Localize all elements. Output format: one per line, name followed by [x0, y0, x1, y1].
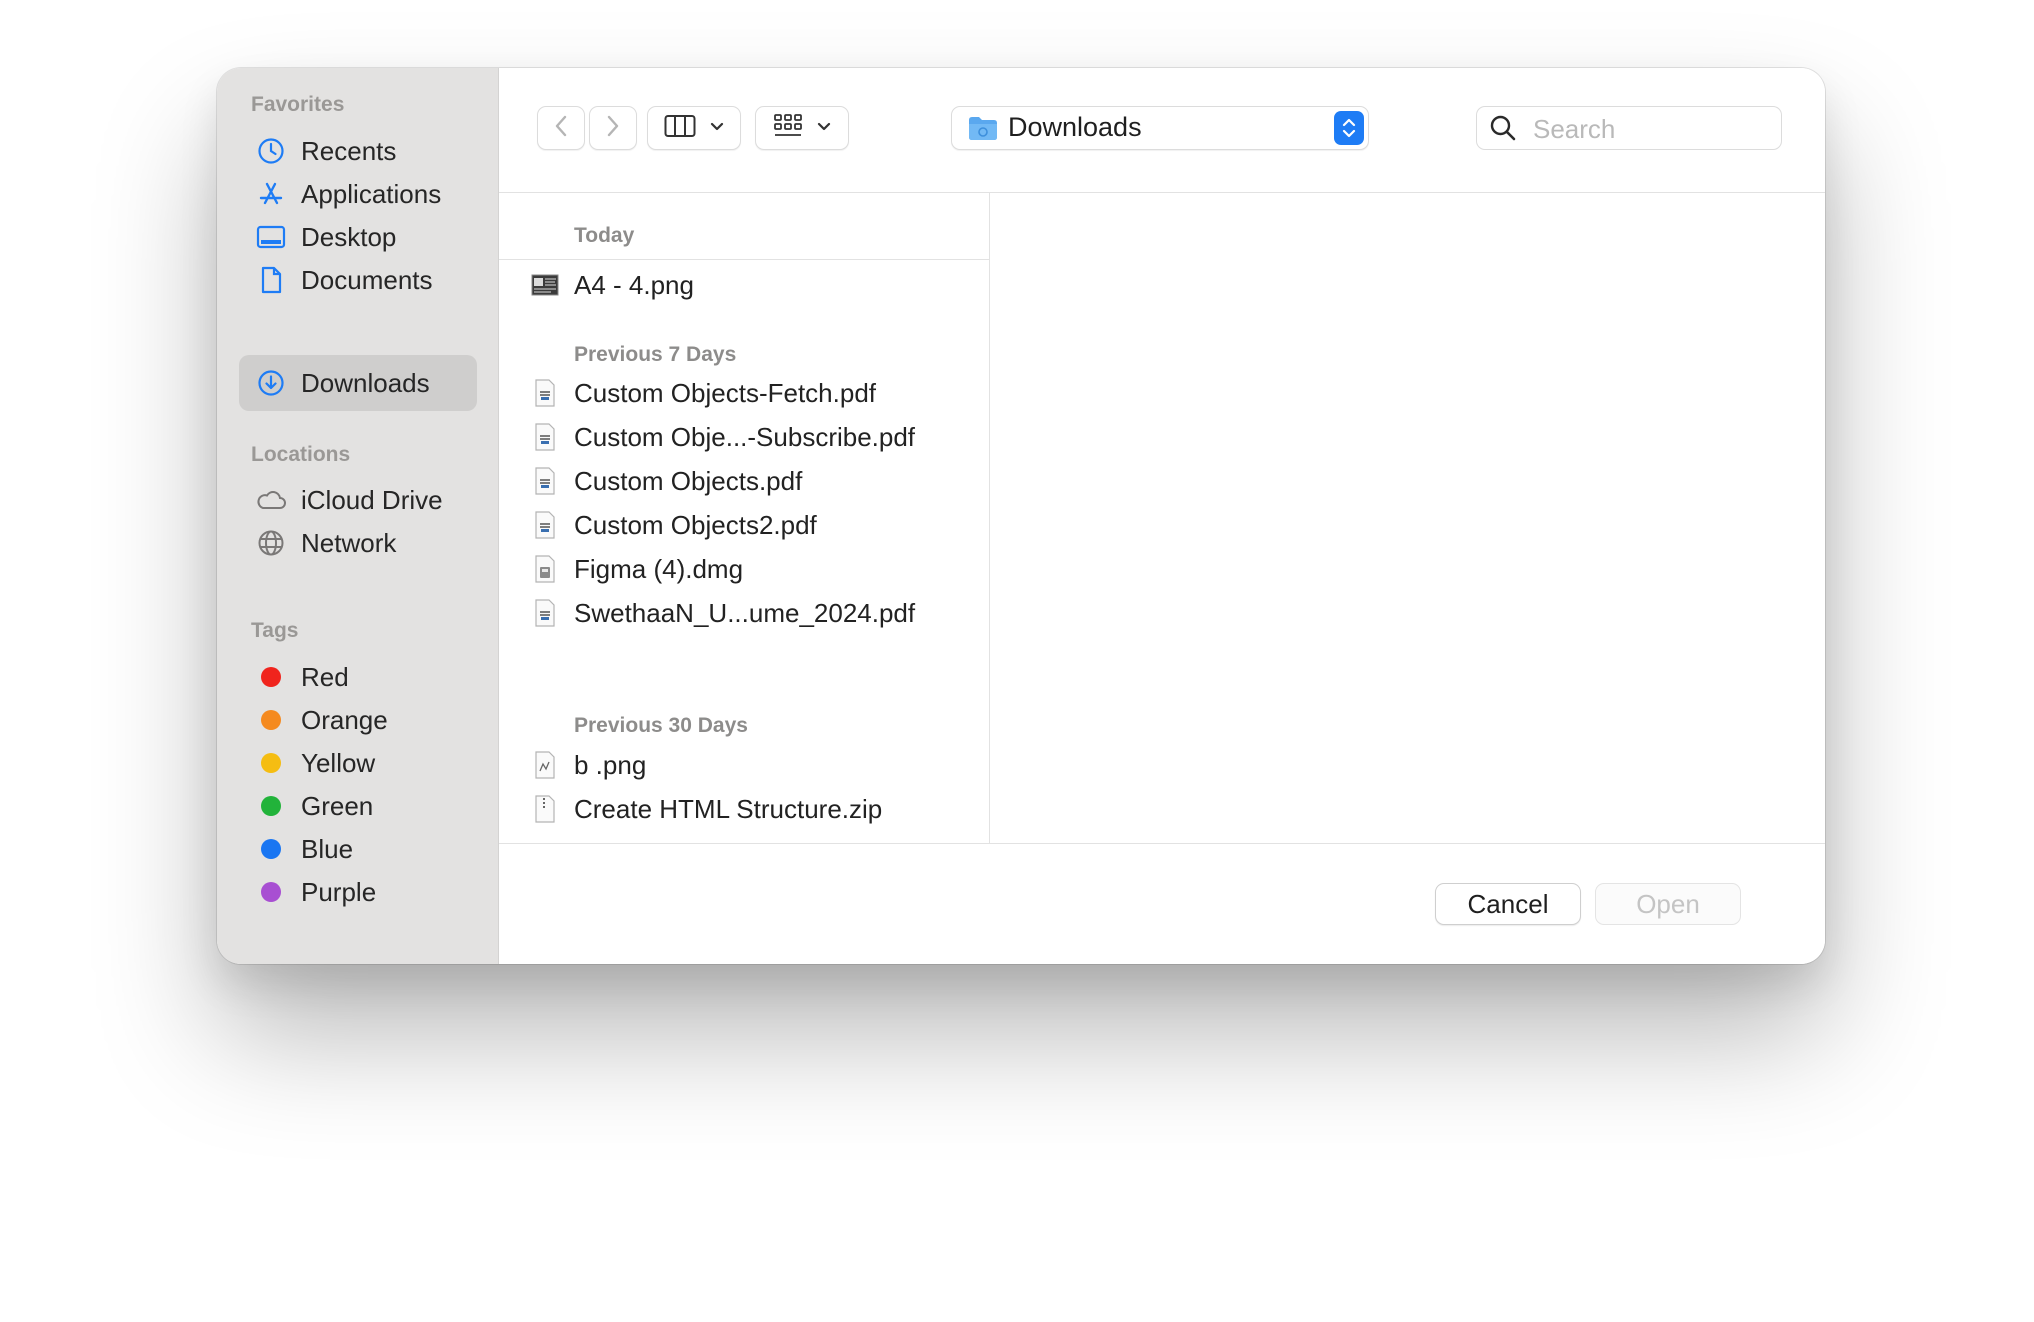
- tag-color-dot: [261, 667, 281, 687]
- globe-icon: [255, 527, 287, 559]
- search-icon: [1489, 114, 1517, 147]
- file-name: Figma (4).dmg: [574, 553, 744, 584]
- file-row[interactable]: b .png: [531, 745, 971, 785]
- sidebar-item-label: Recents: [301, 135, 397, 166]
- disk-image-icon: [531, 554, 559, 584]
- file-row[interactable]: A4 - 4.png: [531, 265, 971, 305]
- file-row[interactable]: Create HTML Structure.zip: [531, 789, 971, 829]
- group-by-button[interactable]: [755, 106, 849, 150]
- chevron-down-icon: [710, 119, 724, 137]
- tag-color-dot: [261, 753, 281, 773]
- sidebar-item-label: Red: [301, 661, 349, 692]
- pdf-file-icon: [531, 466, 559, 496]
- preview-pane: [990, 193, 1825, 843]
- pdf-file-icon: [531, 598, 559, 628]
- sidebar-item-label: Green: [301, 790, 374, 821]
- sidebar-item-label: Documents: [301, 264, 433, 295]
- cancel-button[interactable]: Cancel: [1435, 883, 1581, 925]
- document-icon: [255, 264, 287, 296]
- sidebar-item-label: Blue: [301, 833, 354, 864]
- sidebar-tag-purple[interactable]: Purple: [239, 864, 477, 920]
- sidebar-item-label: Downloads: [301, 367, 430, 398]
- tags-header: Tags: [251, 619, 299, 642]
- column-view-icon: [664, 114, 696, 143]
- sidebar-item-label: Yellow: [301, 747, 376, 778]
- forward-button[interactable]: [589, 106, 637, 150]
- sidebar: Favorites Recents Applications Desktop D…: [217, 68, 499, 964]
- search-input[interactable]: [1531, 113, 1765, 145]
- group-divider: [499, 259, 989, 260]
- group-header-today: Today: [574, 224, 635, 247]
- file-name: Custom Objects-Fetch.pdf: [574, 377, 876, 408]
- popup-stepper-icon: [1334, 111, 1364, 145]
- location-popup[interactable]: Downloads: [951, 106, 1369, 150]
- pdf-file-icon: [531, 422, 559, 452]
- desktop-icon: [255, 221, 287, 253]
- file-name: Custom Objects.pdf: [574, 465, 803, 496]
- locations-header: Locations: [251, 443, 351, 466]
- file-row[interactable]: Figma (4).dmg: [531, 549, 971, 589]
- sidebar-item-label: Desktop: [301, 221, 397, 252]
- file-name: Custom Obje...-Subscribe.pdf: [574, 421, 916, 452]
- chevron-right-icon: [605, 114, 621, 143]
- file-row[interactable]: Custom Objects.pdf: [531, 461, 971, 501]
- tag-color-dot: [261, 882, 281, 902]
- dialog-footer: Cancel Open: [499, 843, 1825, 964]
- group-header-previous-7-days: Previous 7 Days: [574, 343, 737, 366]
- clock-icon: [255, 135, 287, 167]
- tag-color-dot: [261, 710, 281, 730]
- back-button[interactable]: [537, 106, 585, 150]
- view-mode-button[interactable]: [647, 106, 741, 150]
- sidebar-item-label: Orange: [301, 704, 388, 735]
- sidebar-item-downloads[interactable]: Downloads: [239, 355, 477, 411]
- chevron-down-icon: [817, 119, 831, 137]
- chevron-left-icon: [553, 114, 569, 143]
- location-popup-label: Downloads: [1008, 112, 1142, 142]
- zip-file-icon: [531, 794, 559, 824]
- file-name: Custom Objects2.pdf: [574, 509, 817, 540]
- sidebar-item-documents[interactable]: Documents: [239, 252, 477, 308]
- grid-icon: [773, 113, 803, 144]
- sidebar-item-label: Network: [301, 527, 397, 558]
- favorites-header: Favorites: [251, 93, 345, 116]
- toolbar: Downloads: [499, 68, 1825, 193]
- open-button[interactable]: Open: [1595, 883, 1741, 925]
- open-file-dialog: Favorites Recents Applications Desktop D…: [217, 68, 1825, 964]
- image-thumbnail-icon: [531, 270, 559, 300]
- file-list: Today A4 - 4.png Previous 7 Days Custom …: [499, 193, 990, 843]
- file-row[interactable]: Custom Objects-Fetch.pdf: [531, 373, 971, 413]
- file-row[interactable]: Custom Obje...-Subscribe.pdf: [531, 417, 971, 457]
- file-name: b .png: [574, 749, 647, 780]
- pdf-file-icon: [531, 510, 559, 540]
- file-row[interactable]: Custom Objects2.pdf: [531, 505, 971, 545]
- tag-color-dot: [261, 796, 281, 816]
- file-name: A4 - 4.png: [574, 269, 694, 300]
- sidebar-item-network[interactable]: Network: [239, 515, 477, 571]
- sidebar-item-label: Applications: [301, 178, 442, 209]
- pdf-file-icon: [531, 378, 559, 408]
- app-store-icon: [255, 178, 287, 210]
- tag-color-dot: [261, 839, 281, 859]
- file-row[interactable]: SwethaaN_U...ume_2024.pdf: [531, 593, 971, 633]
- image-file-icon: [531, 750, 559, 780]
- file-name: Create HTML Structure.zip: [574, 793, 883, 824]
- folder-icon: [968, 115, 998, 146]
- sidebar-item-label: iCloud Drive: [301, 484, 443, 515]
- sidebar-item-label: Purple: [301, 876, 377, 907]
- cloud-icon: [255, 484, 287, 516]
- group-header-previous-30-days: Previous 30 Days: [574, 714, 748, 737]
- file-name: SwethaaN_U...ume_2024.pdf: [574, 597, 916, 628]
- search-field[interactable]: [1476, 106, 1782, 150]
- download-icon: [255, 367, 287, 399]
